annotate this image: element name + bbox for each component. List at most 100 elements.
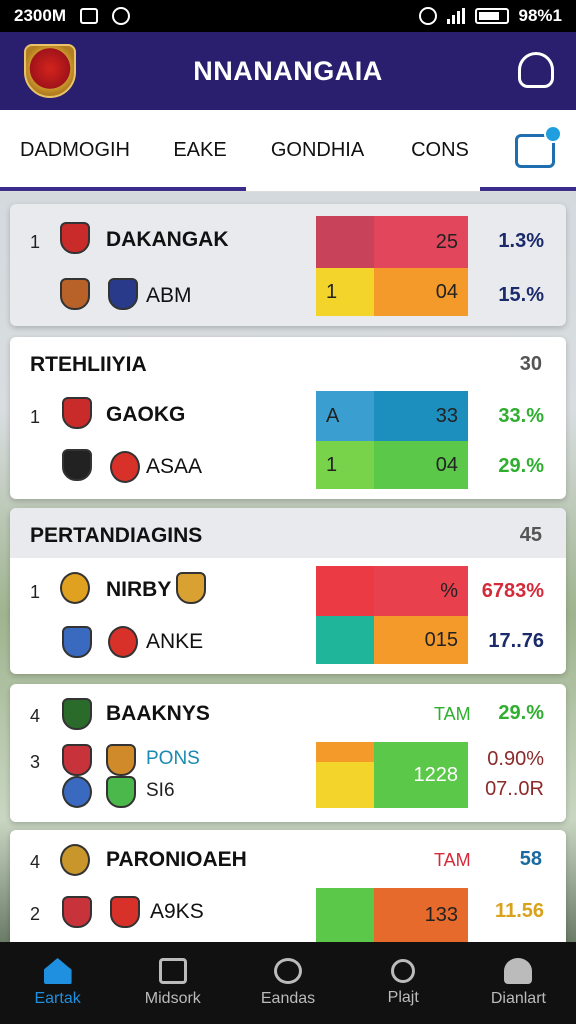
active-tab-indicator bbox=[0, 187, 246, 191]
team-name: PONS bbox=[146, 748, 200, 769]
nav-label: Dianlart bbox=[490, 990, 546, 1007]
tab-label: EAKE bbox=[173, 139, 227, 161]
percentage: 1.3% bbox=[498, 230, 544, 252]
stat-cell: 1 bbox=[316, 441, 374, 489]
calendar-icon bbox=[515, 124, 562, 168]
tab-calendar[interactable] bbox=[495, 110, 575, 191]
status-bar: 2300M 98%1 bbox=[0, 0, 576, 32]
team-crest-icon bbox=[110, 896, 140, 928]
team-name: ANKE bbox=[146, 630, 204, 653]
team-crest-icon bbox=[62, 776, 92, 808]
percentage: 29.% bbox=[498, 702, 544, 724]
nav-leagues[interactable]: Eandas bbox=[230, 942, 345, 1024]
app-title: NNANANGAIA bbox=[193, 55, 383, 86]
team-name: A9KS bbox=[150, 900, 204, 923]
percentage: 33.% bbox=[498, 405, 544, 427]
stat-cell bbox=[316, 742, 374, 808]
signal-icon bbox=[446, 8, 465, 24]
stadium-icon bbox=[158, 958, 187, 984]
active-tab-indicator bbox=[480, 187, 576, 191]
match-card[interactable]: 4 BAAKNYS TAM 29.% 3 PONS SI6 1228 0.90%… bbox=[10, 684, 566, 822]
stat-cell: 1228 bbox=[374, 742, 468, 808]
percentage: 07..0R bbox=[485, 778, 544, 800]
sync-icon bbox=[111, 7, 130, 25]
team-name: ABM bbox=[146, 284, 192, 307]
percentage: 17..76 bbox=[488, 630, 544, 652]
team-crest-icon bbox=[62, 744, 92, 776]
team-crest-icon bbox=[60, 844, 90, 876]
match-card[interactable]: 4 PARONIOAEH TAM 58 2 A9KS 133 11.56 bbox=[10, 830, 566, 942]
team-crest-icon bbox=[176, 572, 206, 604]
rank: 4 bbox=[30, 852, 41, 872]
rank: 1 bbox=[30, 407, 41, 427]
team-crest-icon bbox=[60, 278, 90, 310]
nav-label: Eandas bbox=[260, 990, 316, 1007]
stat-cell: 015 bbox=[374, 616, 468, 664]
tab-label: CONS bbox=[411, 139, 469, 161]
nav-home[interactable]: Eartak bbox=[0, 942, 115, 1024]
nav-profile[interactable]: Dianlart bbox=[461, 942, 576, 1024]
nav-matches[interactable]: Midsork bbox=[115, 942, 230, 1024]
stat-cell: % bbox=[374, 566, 468, 616]
team-name: GAOKG bbox=[106, 403, 186, 426]
league-count[interactable]: 30 bbox=[520, 353, 542, 376]
tab-label: DADMOGIH bbox=[20, 139, 130, 161]
tab-bar: DADMOGIH EAKE GONDHIA CONS bbox=[0, 110, 576, 192]
team-name: BAAKNYS bbox=[106, 702, 210, 725]
stat-cell: 1 bbox=[316, 268, 374, 316]
team-name: ASAA bbox=[146, 455, 203, 478]
league-title: PERTANDIAGINS bbox=[30, 524, 203, 547]
nav-label: Eartak bbox=[34, 990, 81, 1007]
percentage: 15.% bbox=[498, 284, 544, 306]
nav-label: Midsork bbox=[144, 990, 201, 1007]
notification-icon bbox=[79, 8, 98, 24]
battery-icon bbox=[474, 8, 509, 24]
percentage: 6783% bbox=[481, 580, 544, 602]
league-title: RTEHLIIYIA bbox=[30, 353, 147, 376]
league-count[interactable]: 45 bbox=[520, 524, 542, 547]
team-crest-icon bbox=[110, 451, 140, 483]
rank: 1 bbox=[30, 582, 41, 602]
match-card[interactable]: 1 DAKANGAK 25 1.3% ABM 1 04 15.% bbox=[10, 204, 566, 326]
team-crest-icon bbox=[108, 626, 138, 658]
team-crest-icon bbox=[62, 698, 92, 730]
team-crest-icon bbox=[60, 572, 90, 604]
league-card[interactable]: PERTANDIAGINS 45 1 NIRBY % 6783% ANKE 01… bbox=[10, 508, 566, 674]
club-crest-logo-icon[interactable] bbox=[24, 44, 76, 98]
home-icon bbox=[43, 958, 72, 984]
tab-4[interactable]: CONS bbox=[385, 110, 495, 191]
stat-cell: 33 bbox=[374, 391, 468, 441]
team-name: DAKANGAK bbox=[106, 228, 229, 251]
league-count[interactable]: 58 bbox=[520, 848, 542, 871]
tab-1[interactable]: DADMOGIH bbox=[0, 110, 150, 191]
ball-icon bbox=[274, 958, 302, 984]
stat-cell: 04 bbox=[374, 441, 468, 489]
nav-search[interactable]: Plajt bbox=[346, 942, 461, 1024]
team-name: PARONIOAEH bbox=[106, 848, 247, 871]
tab-3[interactable]: GONDHIA bbox=[250, 110, 385, 191]
app-bar: NNANANGAIA bbox=[0, 32, 576, 110]
team-crest-icon bbox=[62, 449, 92, 481]
stat-cell bbox=[316, 566, 374, 616]
status-tag: TAM bbox=[434, 850, 471, 870]
rank: 1 bbox=[30, 232, 41, 252]
search-icon bbox=[391, 959, 416, 983]
team-crest-icon bbox=[62, 896, 92, 928]
team-name: SI6 bbox=[146, 780, 175, 801]
stat-cell bbox=[316, 888, 374, 942]
stat-cell: 133 bbox=[374, 888, 468, 942]
stat-cell: 04 bbox=[374, 268, 468, 316]
league-card[interactable]: RTEHLIIYIA 30 1 GAOKG A 33 33.% ASAA 1 0… bbox=[10, 337, 566, 499]
rank: 3 bbox=[30, 752, 41, 772]
bell-icon[interactable] bbox=[518, 52, 554, 88]
team-crest-icon bbox=[60, 222, 90, 254]
tab-2[interactable]: EAKE bbox=[150, 110, 250, 191]
team-crest-icon bbox=[106, 744, 136, 776]
status-tag: TAM bbox=[434, 704, 471, 724]
team-crest-icon bbox=[62, 397, 92, 429]
team-crest-icon bbox=[62, 626, 92, 658]
battery-level: 98%1 bbox=[518, 6, 562, 25]
stat-cell: 25 bbox=[374, 216, 468, 268]
stat-cell bbox=[316, 216, 374, 268]
wifi-icon bbox=[418, 7, 437, 25]
